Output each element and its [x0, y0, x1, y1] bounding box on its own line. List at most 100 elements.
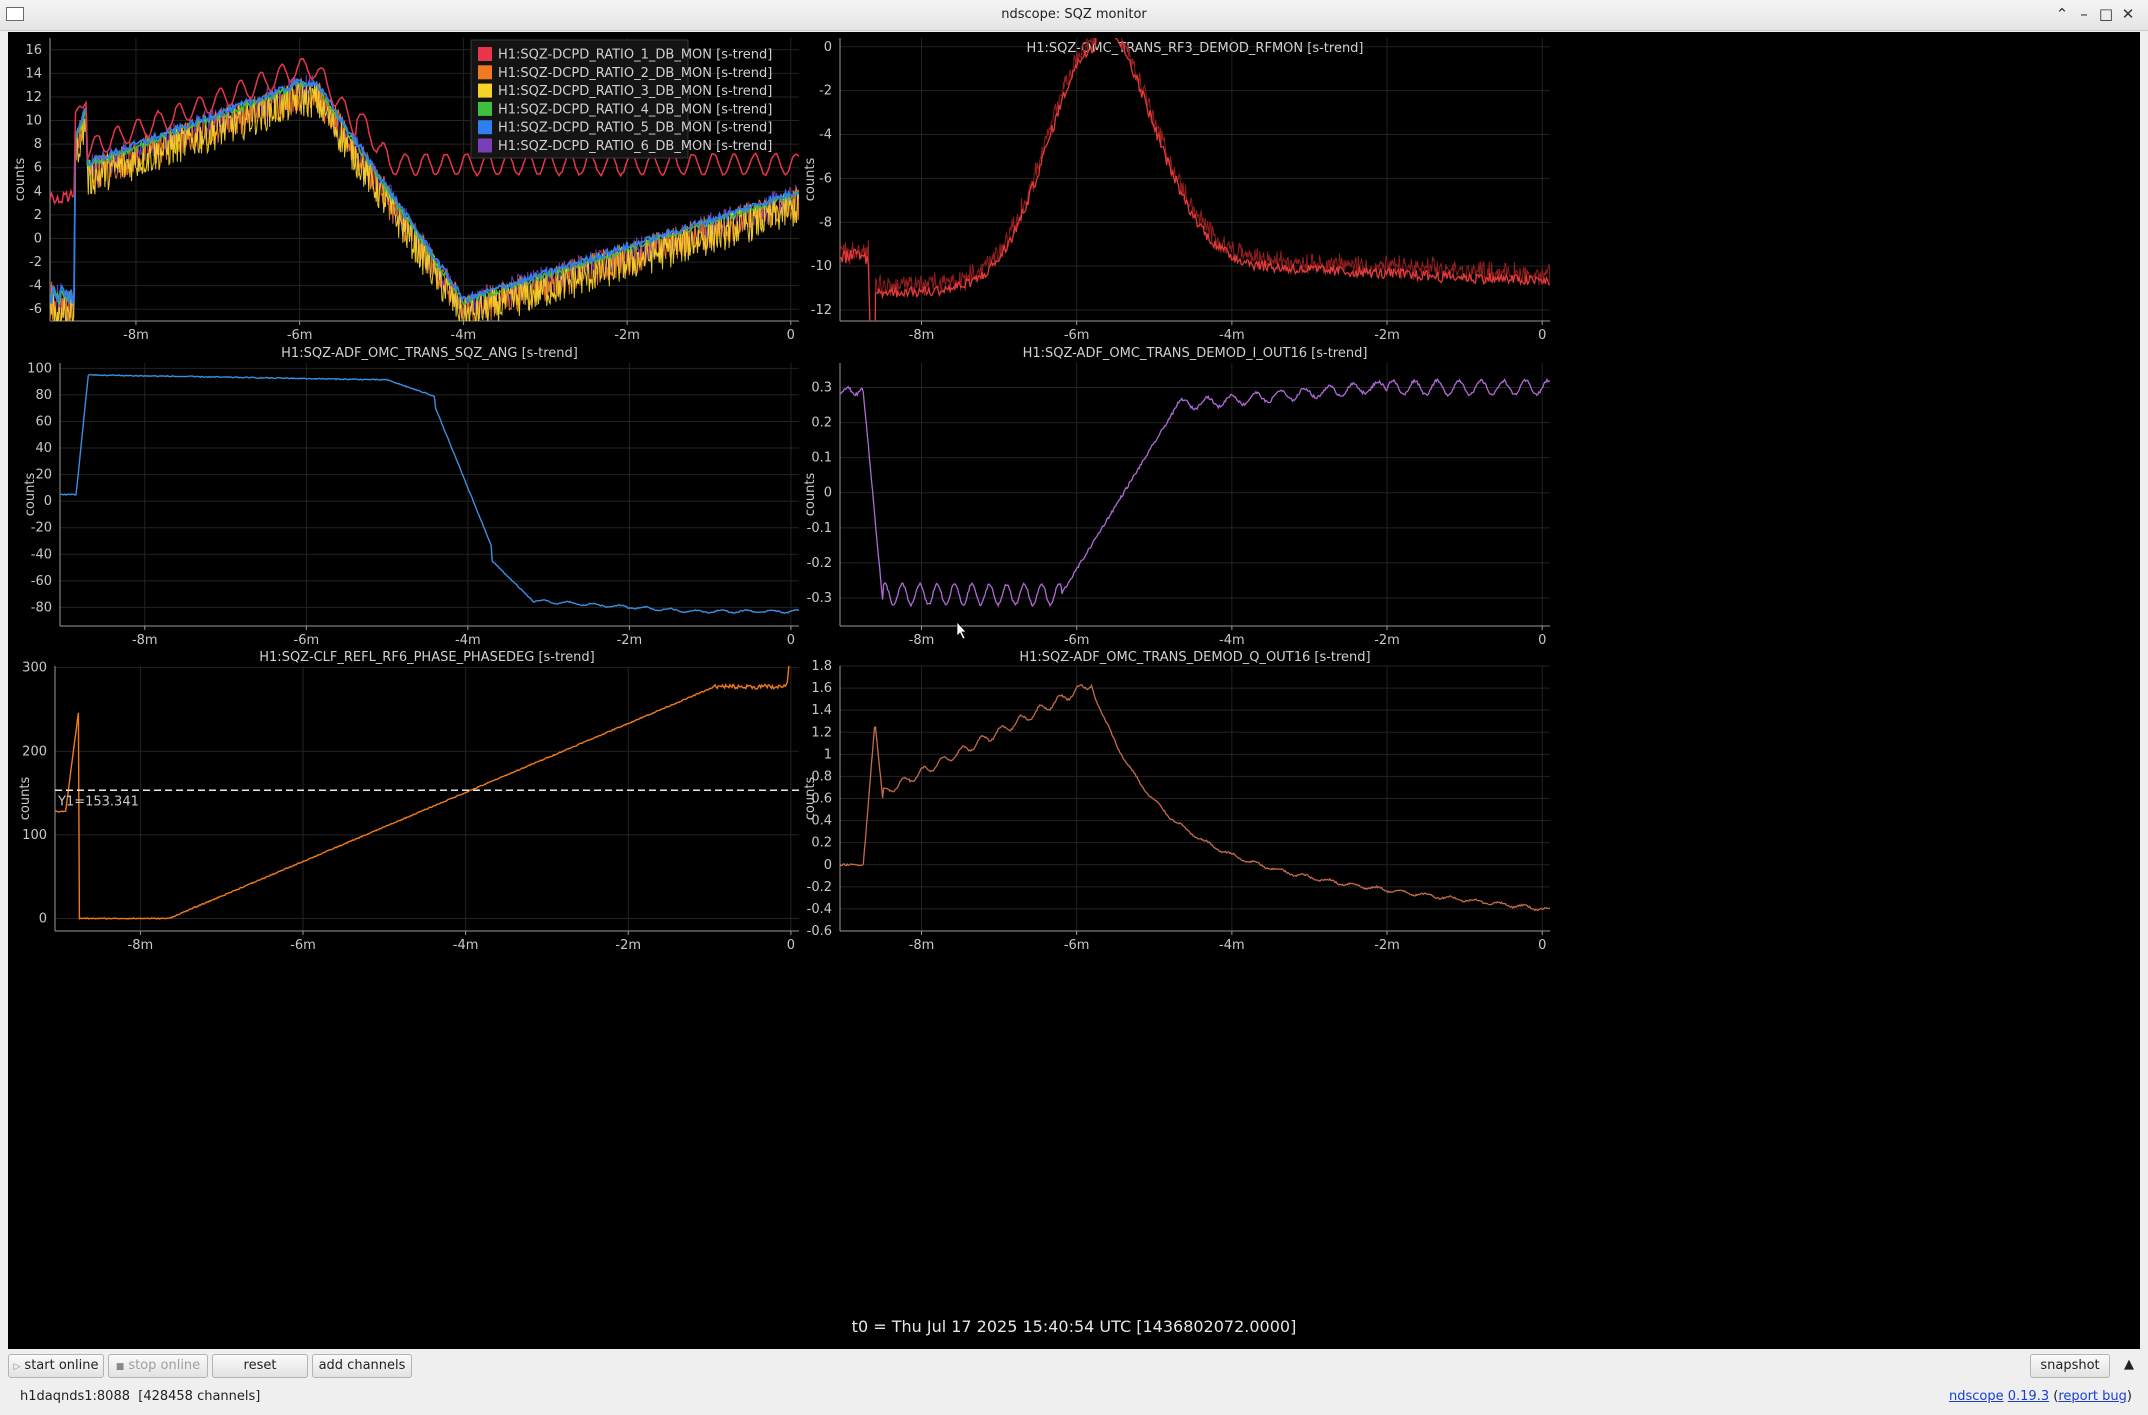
- y-tick-label: -12: [811, 303, 832, 318]
- legend-entry: H1:SQZ-DCPD_RATIO_2_DB_MON [s-trend]: [498, 66, 772, 81]
- y-tick-label: 8: [34, 137, 42, 152]
- window-minimize-icon[interactable]: –: [2074, 4, 2094, 24]
- y-tick-label: 1: [824, 747, 832, 762]
- stop-online-button[interactable]: ■ stop online: [108, 1354, 208, 1378]
- x-tick-label: -4m: [455, 633, 481, 648]
- y-tick-label: -0.6: [807, 924, 832, 939]
- x-tick-label: 0: [1538, 938, 1546, 953]
- y-tick-label: -8: [819, 215, 832, 230]
- x-tick-label: -8m: [123, 328, 149, 343]
- version-link[interactable]: 0.19.3: [2008, 1389, 2049, 1404]
- legend[interactable]: H1:SQZ-DCPD_RATIO_1_DB_MON [s-trend] H1:S…: [470, 39, 772, 159]
- button-bar: ▷ start online ■ stop online reset add cha…: [0, 1352, 2148, 1380]
- y-cursor-label: Y1=153.341: [57, 794, 139, 809]
- x-tick-label: -2m: [1374, 938, 1400, 953]
- trace-main: [55, 666, 790, 920]
- legend-swatch: [478, 101, 492, 116]
- status-bar: h1daqnds1:8088 [428458 channels] ndscope…: [0, 1382, 2148, 1412]
- reset-button[interactable]: reset: [212, 1354, 308, 1378]
- trace-main: [60, 373, 799, 614]
- y-tick-label: 0.2: [811, 836, 832, 851]
- y-tick-label: 1.4: [811, 703, 832, 718]
- plot-title: H1:SQZ-CLF_REFL_RF6_PHASE_PHASEDEG [s-tr…: [259, 650, 594, 665]
- y-tick-label: -0.3: [807, 591, 832, 606]
- y-tick-label: 0.1: [811, 451, 832, 466]
- add-channels-button[interactable]: add channels: [312, 1354, 412, 1378]
- y-tick-label: -2: [29, 255, 42, 270]
- x-tick-label: -4m: [453, 938, 479, 953]
- y-axis-label: counts: [18, 777, 33, 821]
- expand-up-icon[interactable]: ▲: [2116, 1354, 2142, 1378]
- play-icon: ▷: [13, 1362, 21, 1372]
- stop-icon: ■: [115, 1362, 125, 1372]
- y-tick-label: 60: [35, 414, 52, 429]
- x-tick-label: -6m: [290, 938, 316, 953]
- stop-online-label: stop online: [128, 1358, 201, 1373]
- report-bug-link[interactable]: report bug: [2058, 1389, 2127, 1404]
- plot-title: H1:SQZ-ADF_OMC_TRANS_DEMOD_Q_OUT16 [s-tr…: [1019, 650, 1370, 665]
- t0-label: t0 = Thu Jul 17 2025 15:40:54 UTC [14368…: [851, 1317, 1297, 1336]
- y-tick-label: -4: [819, 128, 832, 143]
- channel-count: [428458 channels]: [138, 1389, 261, 1404]
- y-tick-label: 0: [824, 858, 832, 873]
- y-tick-label: -0.2: [807, 556, 832, 571]
- snapshot-button[interactable]: snapshot: [2030, 1354, 2110, 1378]
- x-tick-label: -4m: [1219, 328, 1245, 343]
- legend-swatch: [478, 65, 492, 80]
- y-tick-label: 16: [25, 43, 42, 58]
- legend-entry: H1:SQZ-DCPD_RATIO_5_DB_MON [s-trend]: [498, 121, 772, 136]
- plot-area[interactable]: 16 14 12 10 8 6 4 2 0 -2 -4 -6 -8m -6m -4m -2m 0 counts H1…: [8, 32, 2140, 1349]
- trace-main: [840, 38, 1550, 321]
- y-tick-label: 1.8: [811, 659, 832, 674]
- plots-canvas[interactable]: 1614121086420-2-4-6-8m -6m -4m -2m 0countsH1…: [8, 32, 2140, 1349]
- y-tick-label: 0: [44, 494, 52, 509]
- y-tick-label: 1.2: [811, 725, 832, 740]
- x-tick-label: -8m: [909, 938, 935, 953]
- y-tick-label: 10: [25, 114, 42, 129]
- traces: [55, 666, 790, 920]
- y-axis-label: counts: [803, 158, 818, 202]
- plot-p4[interactable]: 0.3 0.2 0.1 0 -0.1 -0.2 -0.3 -8m -6m -4m -2m 0 count…: [803, 346, 1550, 648]
- y-tick-label: -60: [31, 574, 52, 589]
- x-tick-label: 0: [787, 633, 795, 648]
- y-tick-label: 0.3: [811, 381, 832, 396]
- server-status: h1daqnds1:8088 [428458 channels]: [20, 1389, 260, 1404]
- y-tick-label: 100: [27, 361, 52, 376]
- traces: [60, 373, 799, 614]
- x-tick-label: -8m: [132, 633, 158, 648]
- plot-p1[interactable]: 16 14 12 10 8 6 4 2 0 -2 -4 -6 -8m -6m -4m -2m 0 counts H1…: [13, 38, 799, 343]
- y-tick-label: -6: [819, 171, 832, 186]
- plot-p6[interactable]: 1.81.61.41.210.80.60.40.20-0.2-0.4-0.6-8…: [803, 650, 1550, 953]
- y-tick-label: 1.6: [811, 681, 832, 696]
- plot-p5[interactable]: 300 200 100 0 -8m -6m -4m -2m 0 counts H1:SQZ-CLF_…: [18, 561, 799, 953]
- y-axis-label: counts: [803, 777, 818, 821]
- start-online-button[interactable]: ▷ start online: [8, 1354, 104, 1378]
- legend-swatch: [478, 83, 492, 98]
- window-close-icon[interactable]: ✕: [2118, 4, 2138, 24]
- legend-entry: H1:SQZ-DCPD_RATIO_4_DB_MON [s-trend]: [498, 102, 772, 117]
- traces: [840, 38, 1550, 321]
- y-tick-label: -0.4: [807, 902, 832, 917]
- trace-main: [840, 683, 1550, 912]
- y-tick-label: 0: [39, 911, 47, 926]
- server-address: h1daqnds1:8088: [20, 1389, 130, 1404]
- plot-p2[interactable]: 0 -2 -4 -6 -8 -10 -12 -8m -6m -4m -2m 0 counts H1:SQZ…: [803, 32, 1550, 455]
- y-tick-label: 0: [34, 231, 42, 246]
- legend-entry: H1:SQZ-DCPD_RATIO_1_DB_MON [s-trend]: [498, 48, 772, 63]
- y-tick-label: -4: [29, 279, 42, 294]
- y-tick-label: 0: [824, 486, 832, 501]
- x-tick-label: -4m: [1219, 938, 1245, 953]
- window-maximize-icon[interactable]: □: [2096, 4, 2116, 24]
- ndscope-link[interactable]: ndscope: [1949, 1389, 2004, 1404]
- x-tick-label: -6m: [1064, 938, 1090, 953]
- window-shade-icon[interactable]: ⌃: [2052, 4, 2072, 24]
- y-tick-label: 200: [22, 744, 47, 759]
- x-tick-label: -2m: [614, 328, 640, 343]
- y-tick-label: -10: [811, 259, 832, 274]
- y-axis-label: counts: [803, 473, 818, 517]
- plot-p3[interactable]: 100806040200-20-40-60-80-8m -6m -4m -2m 0cou…: [23, 346, 799, 648]
- x-tick-label: -8m: [909, 328, 935, 343]
- y-tick-label: -20: [31, 521, 52, 536]
- y-tick-label: 6: [34, 161, 42, 176]
- x-tick-label: 0: [787, 328, 795, 343]
